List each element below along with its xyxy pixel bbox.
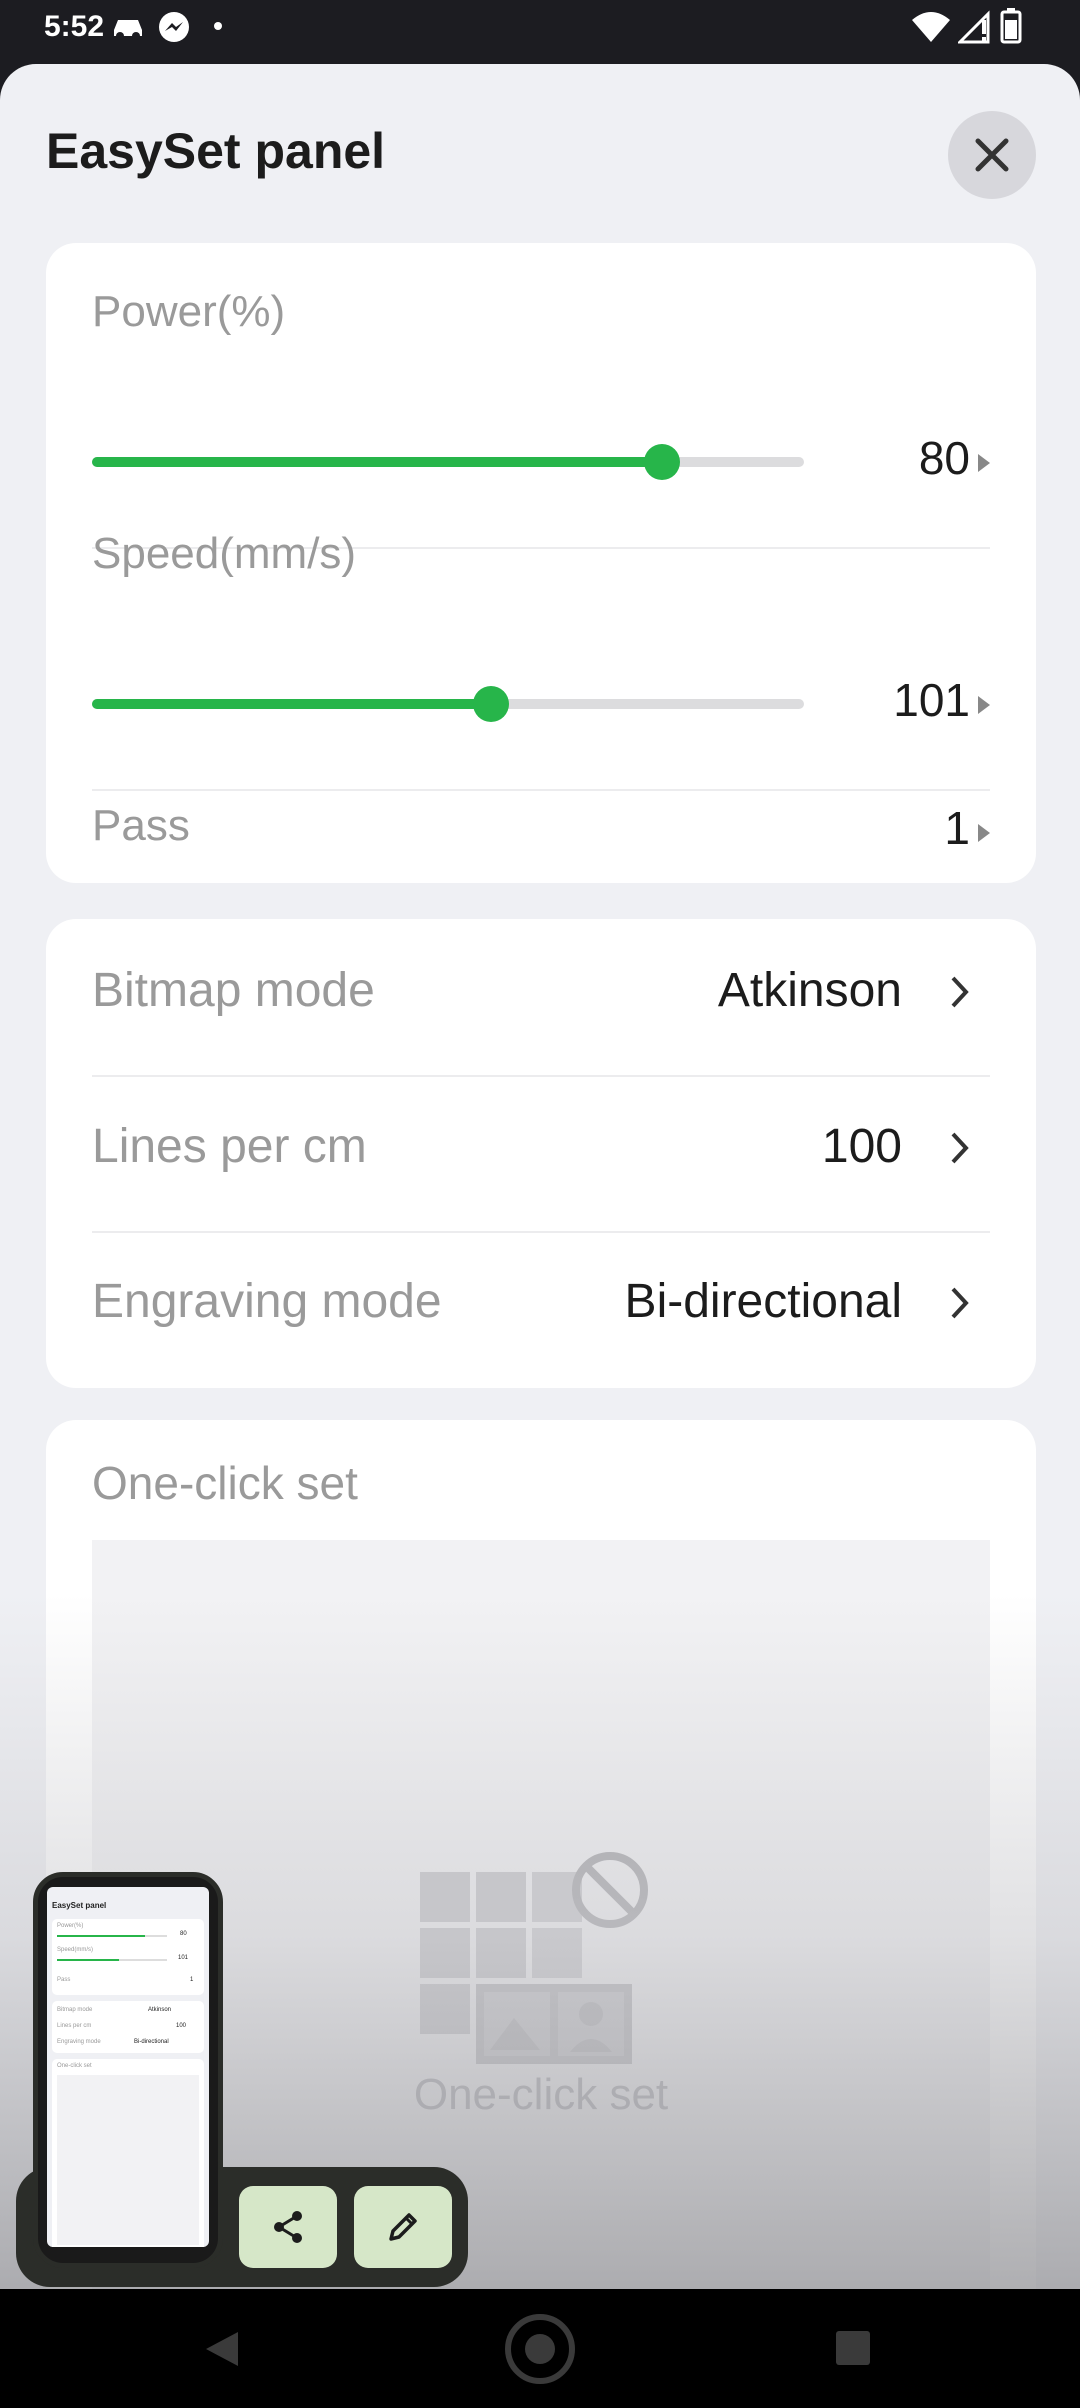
thumbnail-speed-label: Speed(mm/s)	[57, 1947, 94, 1953]
share-button[interactable]	[239, 2186, 337, 2268]
share-icon	[274, 2211, 302, 2243]
thumbnail-placeholder	[57, 2075, 199, 2245]
chevron-right-icon	[951, 1132, 969, 1164]
messenger-icon	[159, 12, 189, 42]
divider	[92, 1231, 990, 1233]
no-presets-icon	[420, 1852, 648, 2064]
power-label: Power(%)	[92, 287, 286, 336]
one-click-set-label: One-click set	[92, 1457, 358, 1509]
thumbnail-card: One-click set	[52, 2059, 204, 2247]
thumbnail-power-value: 80	[180, 1931, 187, 1937]
thumbnail-engraving-value: Bi-directional	[134, 2039, 169, 2045]
speed-slider-fill	[92, 699, 491, 709]
notification-dot-icon	[214, 22, 222, 30]
thumbnail-power-track	[57, 1935, 167, 1937]
power-slider-thumb[interactable]	[643, 444, 680, 480]
thumbnail-speed-fill	[57, 1959, 119, 1961]
pencil-icon	[389, 2213, 417, 2241]
pass-label: Pass	[92, 801, 190, 850]
thumbnail-bitmap-label: Bitmap mode	[57, 2007, 93, 2013]
thumbnail-title: EasySet panel	[52, 1901, 107, 1910]
recents-icon[interactable]	[836, 2331, 870, 2365]
close-button[interactable]	[948, 111, 1036, 199]
thumbnail-pass-label: Pass	[57, 1977, 71, 1983]
pass-value[interactable]: 1	[944, 801, 970, 855]
power-value[interactable]: 80	[919, 431, 970, 485]
thumbnail-bitmap-value: Atkinson	[148, 2007, 172, 2013]
thumbnail-lines-label: Lines per cm	[57, 2023, 92, 2029]
thumbnail-power-fill	[57, 1935, 145, 1937]
lines-per-cm-label: Lines per cm	[92, 1120, 367, 1173]
engraving-options-card: Bitmap mode Atkinson Lines per cm 100 En…	[46, 919, 1036, 1388]
divider	[92, 1075, 990, 1077]
back-icon[interactable]	[204, 2330, 240, 2368]
close-icon	[975, 138, 1009, 172]
page-title: EasySet panel	[46, 123, 386, 179]
thumbnail-preview: EasySet panel Power(%) 80 Speed(mm/s) 10…	[47, 1887, 209, 2247]
speed-arrow-icon[interactable]	[978, 696, 990, 714]
engraving-mode-label: Engraving mode	[92, 1275, 442, 1328]
thumbnail-speed-track	[57, 1959, 167, 1961]
speed-slider[interactable]	[92, 686, 804, 722]
power-slider[interactable]	[92, 444, 804, 480]
thumbnail-power-label: Power(%)	[57, 1923, 84, 1929]
speed-value[interactable]: 101	[893, 673, 970, 727]
engraving-mode-value: Bi-directional	[624, 1275, 902, 1328]
power-slider-fill	[92, 457, 662, 467]
status-time: 5:52	[44, 10, 105, 43]
battery-icon	[1000, 8, 1022, 44]
status-bar: 5:52	[0, 0, 1080, 64]
edit-button[interactable]	[354, 2186, 452, 2268]
lines-per-cm-value: 100	[821, 1120, 902, 1173]
one-click-empty-text: One-click set	[413, 2070, 669, 2119]
power-arrow-icon[interactable]	[978, 454, 990, 472]
speed-slider-thumb[interactable]	[472, 686, 509, 722]
thumbnail-engraving-label: Engraving mode	[57, 2039, 101, 2045]
thumbnail-pass-value: 1	[190, 1977, 194, 1983]
bitmap-mode-label: Bitmap mode	[92, 964, 375, 1017]
thumbnail-card: Bitmap mode Atkinson Lines per cm 100 En…	[52, 2001, 204, 2053]
thumbnail-lines-value: 100	[176, 2023, 187, 2029]
thumbnail-one-click-label: One-click set	[57, 2063, 92, 2069]
screenshot-thumbnail[interactable]: EasySet panel Power(%) 80 Speed(mm/s) 10…	[33, 1872, 223, 2268]
car-icon	[114, 20, 142, 40]
home-icon[interactable]	[503, 2312, 577, 2386]
thumbnail-speed-value: 101	[178, 1955, 189, 1961]
pass-arrow-icon[interactable]	[978, 824, 990, 842]
wifi-icon	[912, 12, 950, 42]
chevron-right-icon	[951, 1287, 969, 1319]
bitmap-mode-value: Atkinson	[717, 964, 902, 1017]
thumbnail-card: Power(%) 80 Speed(mm/s) 101 Pass 1	[52, 1919, 204, 1995]
speed-label: Speed(mm/s)	[92, 529, 357, 578]
divider	[92, 789, 990, 791]
laser-settings-card: Power(%) 80 Speed(mm/s) 101 Pass 1	[46, 243, 1036, 883]
signal-icon	[958, 10, 990, 44]
navigation-bar	[0, 2289, 1080, 2408]
chevron-right-icon	[951, 976, 969, 1008]
